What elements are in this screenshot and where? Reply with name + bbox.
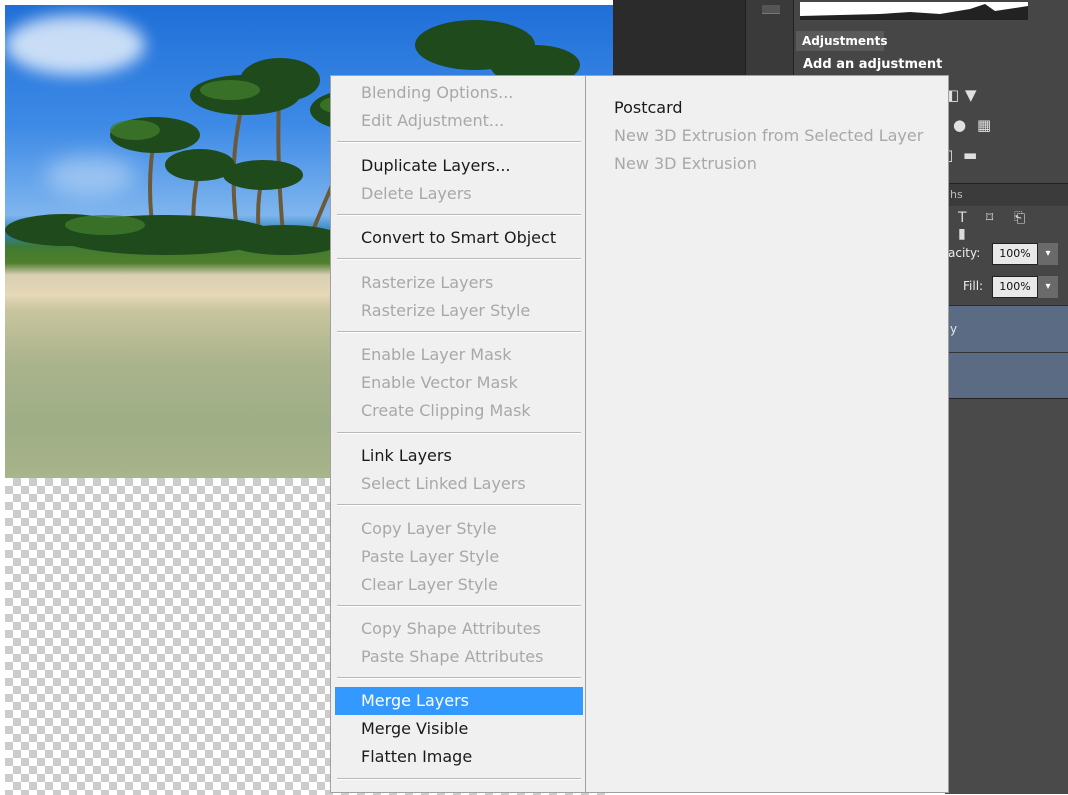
menu-item-paste-shape-attributes[interactable]: Paste Shape Attributes [335,643,583,671]
menu-separator [337,778,581,780]
fill-input[interactable]: 100% [992,276,1038,298]
adjustment-icons-group: ◧ ▼ ● ▦ ▯ ▬ [945,86,1005,176]
menu-separator [337,605,581,607]
menu-separator [337,141,581,143]
tab-paths[interactable]: hs [950,188,963,201]
fill-label: Fill: [963,279,984,293]
layers-tab-bar [945,183,1068,206]
filter-toggle-icon[interactable]: ▮ [958,226,986,242]
menu-item-edit-adjustment[interactable]: Edit Adjustment... [335,107,583,135]
menu-separator [337,677,581,679]
menu-separator [337,504,581,506]
menu-item-select-linked-layers[interactable]: Select Linked Layers [335,470,583,498]
opacity-dropdown-button[interactable]: ▾ [1038,243,1058,265]
gradient-map-icon[interactable]: ▬ [963,146,977,164]
menu-item-enable-layer-mask[interactable]: Enable Layer Mask [335,341,583,369]
menu-item-rasterize-layer-style[interactable]: Rasterize Layer Style [335,297,583,325]
layer-name-fragment: y [950,322,958,336]
menu-item-merge-layers[interactable]: Merge Layers [335,687,583,715]
layer-filter-tools: T ⌑ ⎗ ▮ [958,210,1068,242]
panel-collapse-button[interactable] [762,5,780,14]
shape-layer-filter-icon[interactable]: ⌑ [986,210,1014,226]
layer-row[interactable] [945,352,1068,399]
color-lookup-icon[interactable]: ▦ [977,116,991,134]
menu-item-delete-layers[interactable]: Delete Layers [335,180,583,208]
menu-item-merge-visible[interactable]: Merge Visible [335,715,583,743]
gradient-triangle-icon[interactable]: ▼ [965,86,977,104]
menu-separator [337,214,581,216]
type-layer-filter-icon[interactable]: T [958,210,986,226]
menu-item-copy-layer-style[interactable]: Copy Layer Style [335,515,583,543]
layer-context-menu: Blending Options... Edit Adjustment... D… [330,75,586,793]
menu-item-blending-options[interactable]: Blending Options... [335,79,583,107]
menu-separator [337,258,581,260]
channel-mixer-icon[interactable]: ● [953,116,966,134]
menu-item-rasterize-layers[interactable]: Rasterize Layers [335,269,583,297]
adjustments-title: Add an adjustment [803,57,943,72]
fill-dropdown-button[interactable]: ▾ [1038,276,1058,298]
tab-adjustments[interactable]: Adjustments [796,31,887,51]
menu-item-convert-smart-object[interactable]: Convert to Smart Object [335,224,583,252]
menu-item-postcard[interactable]: Postcard [614,94,683,122]
menu-item-link-layers[interactable]: Link Layers [335,442,583,470]
menu-item-clear-layer-style[interactable]: Clear Layer Style [335,571,583,599]
opacity-input[interactable]: 100% [992,243,1038,265]
menu-separator [337,432,581,434]
layers-list-area [945,398,1068,794]
layer-row[interactable] [945,305,1068,352]
menu-item-paste-layer-style[interactable]: Paste Layer Style [335,543,583,571]
opacity-label: acity: [948,246,981,260]
menu-item-enable-vector-mask[interactable]: Enable Vector Mask [335,369,583,397]
menu-item-new-3d-extrusion[interactable]: New 3D Extrusion [614,150,757,178]
menu-item-create-clipping-mask[interactable]: Create Clipping Mask [335,397,583,425]
menu-item-new-3d-extrusion-selected[interactable]: New 3D Extrusion from Selected Layer [614,122,923,150]
smart-object-filter-icon[interactable]: ⎗ [1014,210,1042,226]
context-submenu: Postcard New 3D Extrusion from Selected … [585,75,949,793]
menu-item-flatten-image[interactable]: Flatten Image [335,743,583,771]
histogram-preview [800,2,1028,20]
menu-separator [337,331,581,333]
menu-item-duplicate-layers[interactable]: Duplicate Layers... [335,152,583,180]
menu-item-copy-shape-attributes[interactable]: Copy Shape Attributes [335,615,583,643]
